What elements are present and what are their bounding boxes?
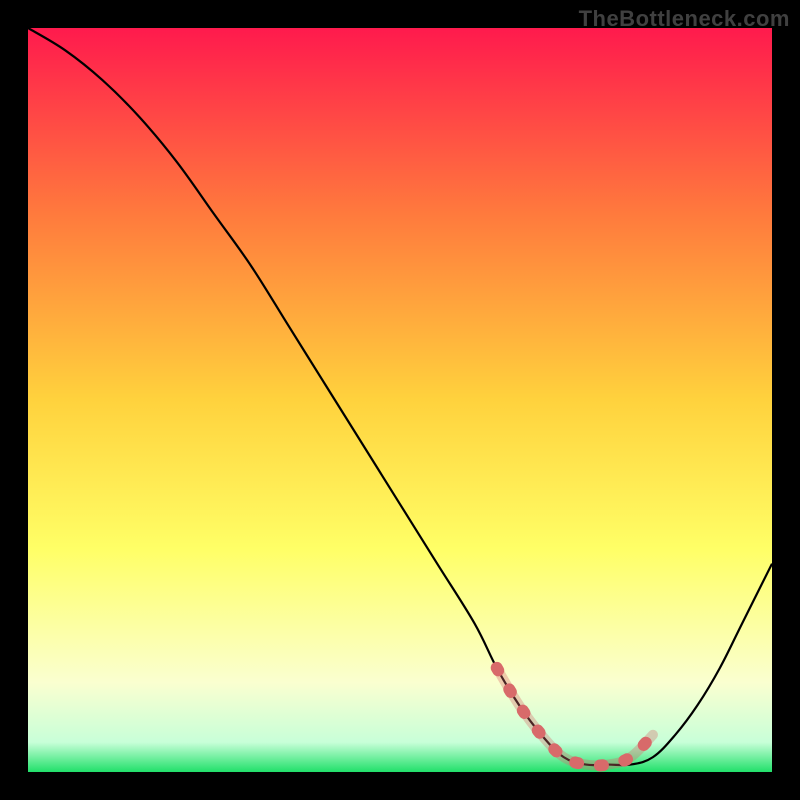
chart-stage: TheBottleneck.com (0, 0, 800, 800)
plot-area (28, 28, 772, 772)
gradient-background (28, 28, 772, 772)
bottleneck-chart (28, 28, 772, 772)
